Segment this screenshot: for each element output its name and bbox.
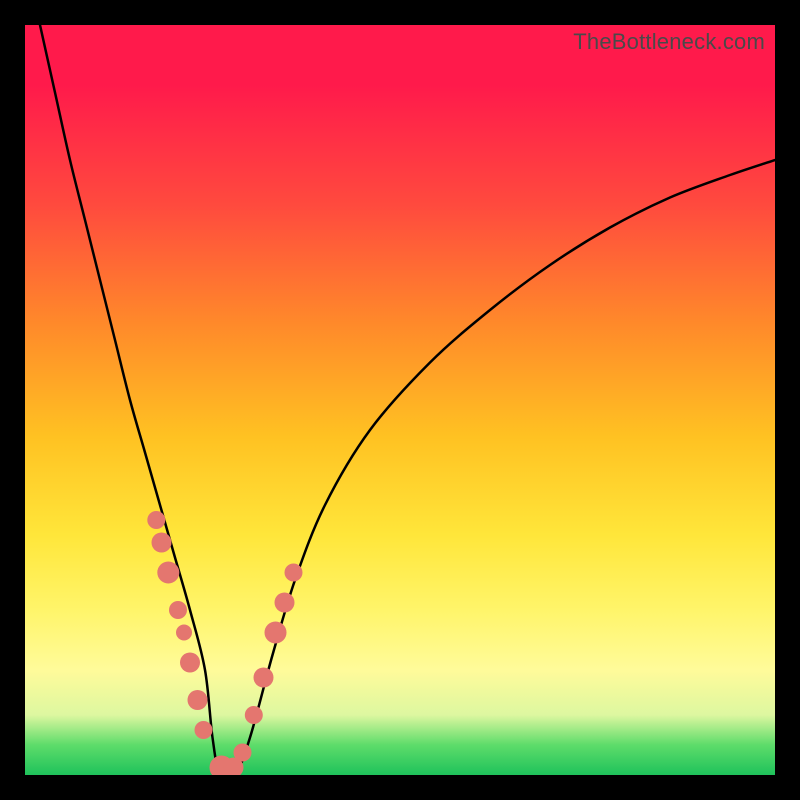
data-point-marker (275, 593, 295, 613)
data-point-marker (234, 744, 252, 762)
data-point-marker (180, 653, 200, 673)
data-point-marker (265, 622, 287, 644)
plot-area: TheBottleneck.com (25, 25, 775, 775)
data-point-marker (147, 511, 165, 529)
data-point-marker (169, 601, 187, 619)
curve-markers (147, 511, 302, 775)
data-point-marker (245, 706, 263, 724)
data-point-marker (188, 690, 208, 710)
data-point-marker (152, 533, 172, 553)
data-point-marker (254, 668, 274, 688)
data-point-marker (157, 562, 179, 584)
data-point-marker (285, 564, 303, 582)
curve-svg (25, 25, 775, 775)
chart-frame: TheBottleneck.com (0, 0, 800, 800)
data-point-marker (176, 625, 192, 641)
data-point-marker (195, 721, 213, 739)
bottleneck-curve (40, 25, 775, 775)
